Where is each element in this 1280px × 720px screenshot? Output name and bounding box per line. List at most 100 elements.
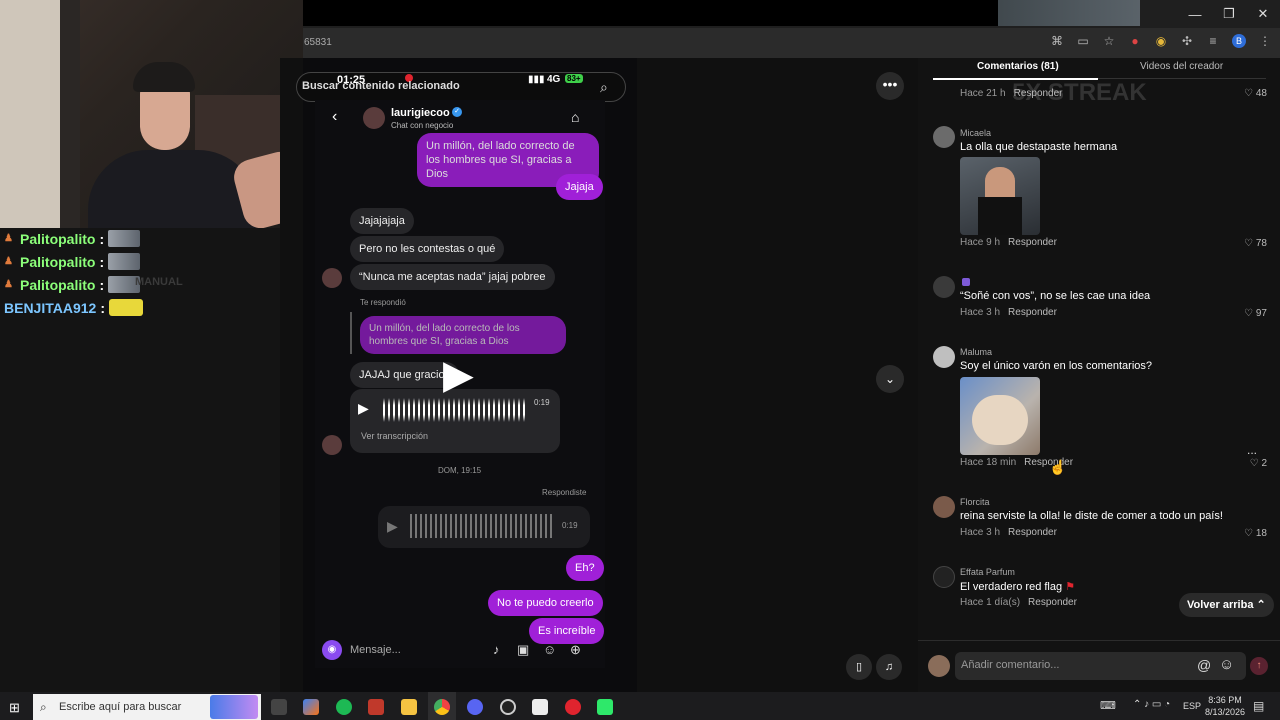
back-arrow-icon[interactable]: ‹ (332, 108, 337, 126)
menu-icon[interactable]: ⋮ (1258, 34, 1272, 48)
gallery-icon[interactable]: ▣ (517, 642, 529, 658)
message-input[interactable]: Mensaje... (350, 644, 401, 656)
sticker-icon[interactable]: ☺ (543, 642, 556, 657)
comment-username[interactable]: Effata Parfum (960, 567, 1015, 577)
file-explorer-icon[interactable] (401, 699, 417, 715)
translate-icon[interactable]: ⌘ (1050, 34, 1064, 48)
app-icon[interactable] (368, 699, 384, 715)
related-search-text[interactable]: Buscar contenido relacionado (302, 80, 460, 92)
back-to-top-button[interactable]: Volver arriba ⌃ (1179, 593, 1274, 617)
restore-icon[interactable]: ❐ (1212, 0, 1246, 28)
extension-icon[interactable]: ● (1128, 34, 1142, 48)
comment-meta: Hace 3 h Responder (960, 307, 1057, 318)
sent-message: Es increíble (529, 618, 605, 644)
chevron-down-icon[interactable]: ⌄ (876, 365, 904, 393)
avatar[interactable] (933, 566, 955, 588)
windows-start-icon[interactable]: ⊞ (9, 700, 20, 716)
contact-avatar[interactable] (363, 107, 385, 129)
network-label: 4G (547, 74, 561, 85)
close-icon[interactable]: ✕ (1246, 0, 1280, 28)
chat-username[interactable]: Palitopalito (20, 231, 95, 247)
notifications-icon[interactable]: ▤ (1253, 699, 1264, 713)
star-icon[interactable]: ☆ (1102, 34, 1116, 48)
like-count[interactable]: ♡ 2 (1250, 458, 1267, 469)
tag-icon[interactable]: ⌂ (571, 109, 579, 125)
chat-message: ♟ Palitopalito : (4, 276, 141, 293)
mention-icon[interactable]: @ (1197, 657, 1211, 673)
chat-message: ♟ Palitopalito : (4, 253, 141, 270)
keyboard-icon[interactable]: ⌨ (1100, 699, 1116, 712)
video-play-icon[interactable]: ▶ (443, 355, 479, 395)
comment-username[interactable]: Florcita (960, 497, 990, 507)
play-icon[interactable]: ▶ (387, 518, 398, 535)
divider (918, 640, 1280, 641)
chat-username[interactable]: Palitopalito (20, 254, 95, 270)
active-app-highlight (428, 692, 456, 720)
more-options-icon[interactable]: ••• (876, 72, 904, 100)
puzzle-icon[interactable]: ✣ (1180, 34, 1194, 48)
avatar[interactable] (933, 276, 955, 298)
like-count[interactable]: ♡ 48 (1244, 88, 1267, 99)
microphone-icon[interactable]: ♪ (493, 642, 500, 657)
reading-list-icon[interactable]: ≡ (1206, 34, 1220, 48)
like-count[interactable]: ♡ 97 (1244, 308, 1267, 319)
task-view-icon[interactable] (271, 699, 287, 715)
copilot-icon[interactable] (303, 699, 319, 715)
clock-date[interactable]: 8/13/2026 (1204, 707, 1246, 717)
reply-button[interactable]: Responder (1008, 237, 1057, 248)
chat-username[interactable]: Palitopalito (20, 277, 95, 293)
reply-button[interactable]: Responder (1008, 307, 1057, 318)
comment-username[interactable]: Micaela (960, 128, 991, 138)
opera-icon[interactable] (565, 699, 581, 715)
minimize-icon[interactable]: — (1178, 0, 1212, 28)
reply-button[interactable]: Responder (1008, 527, 1057, 538)
comment-sticker-image (960, 377, 1040, 455)
cast-icon[interactable]: ▭ (1076, 34, 1090, 48)
add-icon[interactable]: ⊕ (570, 642, 581, 658)
contact-name[interactable]: laurigiecoo (391, 107, 450, 119)
spotify-icon[interactable] (336, 699, 352, 715)
profile-avatar[interactable]: B (1232, 34, 1246, 48)
sent-message: Eh? (566, 555, 604, 581)
camera-icon[interactable]: ◉ (322, 640, 342, 660)
play-icon[interactable]: ▶ (358, 400, 369, 417)
tray-icons[interactable]: ⌃ ♪ ▭ ◔ (1133, 699, 1170, 710)
language-indicator[interactable]: ESP (1183, 701, 1201, 711)
sender-avatar (322, 435, 342, 455)
clock-time[interactable]: 8:36 PM (1208, 695, 1242, 705)
comment-text: El verdadero red flag ⚑ (960, 581, 1076, 593)
extension-icon[interactable]: ◉ (1154, 34, 1168, 48)
pip-icon[interactable]: ▯ (846, 654, 872, 680)
comment-input-placeholder[interactable]: Añadir comentario... (961, 659, 1059, 671)
search-icon[interactable]: ⌕ (600, 79, 608, 96)
kick-icon[interactable] (597, 699, 613, 715)
chat-separator: : (100, 299, 105, 316)
app-icon[interactable] (532, 699, 548, 715)
url-text[interactable]: 65831 (304, 37, 332, 48)
reply-button[interactable]: Responder (1028, 597, 1077, 608)
avatar[interactable] (933, 496, 955, 518)
comment-more-icon[interactable]: ... (1247, 443, 1257, 457)
comment-username[interactable]: Maluma (960, 347, 992, 357)
like-count[interactable]: ♡ 78 (1244, 238, 1267, 249)
reply-button[interactable]: Responder (1014, 88, 1063, 99)
send-icon[interactable]: ↑ (1250, 657, 1268, 675)
chat-username[interactable]: BENJITAA912 (4, 300, 96, 316)
user-badge-icon: ♟ (4, 278, 13, 290)
user-badge-icon (962, 278, 970, 286)
avatar[interactable] (933, 126, 955, 148)
video-top-bar (303, 0, 998, 26)
chat-message: BENJITAA912 : (4, 299, 143, 316)
like-count[interactable]: ♡ 18 (1244, 528, 1267, 539)
obs-icon[interactable] (500, 699, 516, 715)
emote-image (109, 299, 143, 316)
discord-icon[interactable] (467, 699, 483, 715)
avatar[interactable] (933, 346, 955, 368)
transcript-link[interactable]: Ver transcripción (361, 431, 428, 441)
volume-icon[interactable]: ♫ (876, 654, 902, 680)
chat-separator: : (99, 230, 105, 247)
tab-creator-videos[interactable]: Videos del creador (1140, 61, 1223, 72)
tab-comments[interactable]: Comentarios (81) (977, 61, 1059, 72)
emoji-icon[interactable]: ☺ (1219, 656, 1234, 673)
window-controls[interactable]: — ❐ ✕ (1178, 0, 1280, 28)
